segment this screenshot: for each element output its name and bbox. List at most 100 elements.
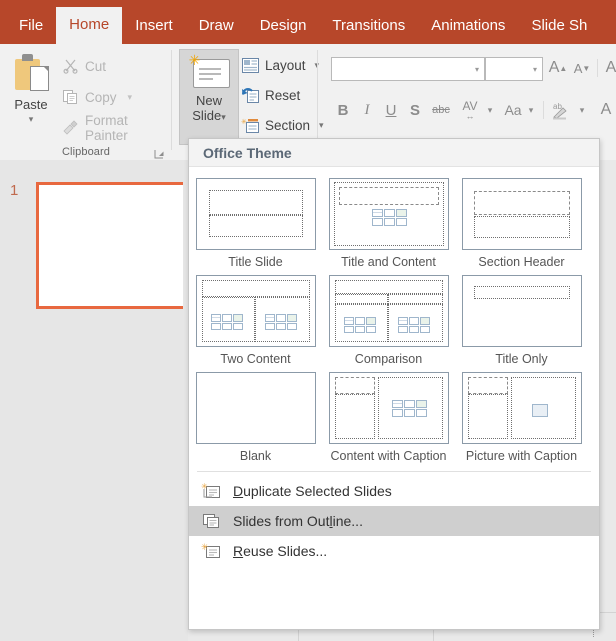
layout-gallery-row: Two Content Comparison Title Only	[189, 270, 599, 367]
layout-thumbnail	[195, 275, 316, 347]
ribbon-tab-file[interactable]: File	[6, 8, 56, 44]
format-painter-icon	[62, 120, 79, 136]
font-size-input[interactable]: ▾	[485, 57, 543, 81]
copy-dropdown-caret[interactable]: ▾	[128, 92, 133, 103]
layout-section-header[interactable]: Section Header	[455, 173, 588, 270]
duplicate-slides-icon: ✳	[201, 482, 221, 500]
format-painter-label: Format Painter	[85, 113, 128, 143]
new-slide-label-line1: New	[195, 93, 222, 108]
content-placeholder-icons	[264, 314, 298, 330]
slide-thumbnail-pane[interactable]: 1	[0, 160, 196, 641]
layout-label: Layout	[265, 58, 306, 73]
layout-button[interactable]: Layout ▾	[241, 53, 319, 78]
italic-button[interactable]: I	[358, 99, 376, 121]
section-button[interactable]: ✳ Section ▾	[241, 113, 324, 138]
text-highlight-caret-icon[interactable]: ▾	[577, 103, 587, 117]
character-spacing-button[interactable]: AV ↔	[457, 99, 483, 121]
slide-number-label: 1	[10, 182, 19, 199]
layout-label: Blank	[239, 449, 272, 463]
layout-label: Comparison	[354, 352, 423, 366]
font-color-button[interactable]: A	[595, 99, 616, 121]
menu-item-reuse-slides[interactable]: ✳ Reuse Slides...	[189, 536, 599, 566]
change-case-caret-icon[interactable]: ▾	[526, 103, 536, 117]
layout-picture-with-caption[interactable]: Picture with Caption	[455, 367, 588, 464]
layout-thumbnail	[461, 372, 582, 444]
character-spacing-label: AV	[462, 98, 478, 113]
reset-button[interactable]: Reset	[241, 83, 300, 108]
paste-dropdown-caret[interactable]: ▾	[29, 115, 34, 124]
layout-title-only[interactable]: Title Only	[455, 270, 588, 367]
layout-two-content[interactable]: Two Content	[189, 270, 322, 367]
svg-text:✳: ✳	[201, 482, 208, 491]
text-highlight-button[interactable]: ab	[549, 99, 575, 121]
svg-text:✳: ✳	[241, 118, 247, 126]
layout-label: Picture with Caption	[465, 449, 578, 463]
character-spacing-caret-icon[interactable]: ▾	[485, 103, 495, 117]
new-slide-icon: ✳	[188, 53, 230, 90]
ribbon-tab-transitions[interactable]: Transitions	[319, 8, 418, 44]
ribbon-tab-slide-show[interactable]: Slide Sh	[518, 8, 600, 44]
decrease-font-size-label: A	[573, 60, 583, 76]
ribbon-tab-insert[interactable]: Insert	[122, 8, 186, 44]
layout-thumbnail	[328, 178, 449, 250]
reuse-slides-icon: ✳	[201, 542, 221, 560]
spacing-arrow-icon: ↔	[465, 110, 475, 121]
font-name-input[interactable]: ▾	[331, 57, 485, 81]
clipboard-dialog-launcher[interactable]	[154, 147, 165, 159]
section-label: Section	[265, 118, 311, 133]
reset-label: Reset	[265, 88, 301, 103]
layout-label: Title and Content	[341, 255, 436, 269]
menu-item-label: Slides from Outline...	[233, 513, 363, 529]
cut-button[interactable]: Cut	[62, 54, 106, 78]
text-shadow-button[interactable]: S	[406, 99, 424, 121]
new-slide-button[interactable]: ✳ New Slide▾	[179, 49, 239, 145]
layout-thumbnail	[328, 275, 449, 347]
layout-thumbnail	[461, 275, 582, 347]
increase-font-size-button[interactable]: A ▲	[547, 57, 569, 79]
menu-item-duplicate-selected-slides[interactable]: ✳ Duplicate Selected Slides	[189, 476, 599, 506]
paste-button[interactable]: Paste ▾	[6, 50, 56, 142]
copy-label: Copy	[85, 89, 117, 105]
layout-gallery: Title Slide Title and Content Section He…	[189, 167, 599, 474]
font-size-caret-icon[interactable]: ▾	[533, 66, 537, 74]
strikethrough-button[interactable]: abc	[429, 99, 453, 121]
bold-button[interactable]: B	[334, 99, 352, 121]
layout-label: Title Slide	[228, 255, 283, 269]
layout-gallery-row: Title Slide Title and Content Section He…	[189, 173, 599, 270]
decrease-font-size-button[interactable]: A ▼	[571, 57, 593, 79]
font-name-caret-icon[interactable]: ▾	[475, 66, 479, 74]
picture-placeholder-icon	[531, 404, 548, 417]
layout-title-slide[interactable]: Title Slide	[189, 173, 322, 270]
ribbon-group-clipboard: Paste ▾ Cut Copy ▾ Format Painter Clipbo…	[0, 44, 172, 160]
menu-item-slides-from-outline[interactable]: Slides from Outline...	[189, 506, 599, 536]
underline-button[interactable]: U	[382, 99, 400, 121]
content-placeholder-icons	[210, 314, 244, 330]
paste-icon	[14, 53, 49, 93]
new-slide-dropdown-caret[interactable]: ▾	[221, 112, 226, 122]
content-placeholder-icons	[371, 209, 408, 226]
cut-label: Cut	[85, 58, 107, 74]
powerpoint-window: File Home Insert Draw Design Transitions…	[0, 0, 616, 641]
gallery-separator	[197, 471, 591, 472]
layout-gallery-row: Blank Content with Caption Picture with …	[189, 367, 599, 464]
slide-thumbnail-1[interactable]	[36, 182, 196, 309]
svg-text:✳: ✳	[201, 542, 209, 552]
format-painter-button[interactable]: Format Painter	[62, 113, 172, 143]
ribbon-tab-design[interactable]: Design	[247, 8, 320, 44]
dropdown-header-office-theme: Office Theme	[189, 139, 599, 167]
scissors-icon	[62, 58, 79, 74]
ribbon-tab-home[interactable]: Home	[56, 7, 123, 44]
content-placeholder-icons	[391, 400, 428, 417]
menu-item-label: Reuse Slides...	[233, 543, 328, 559]
ribbon-tab-draw[interactable]: Draw	[186, 8, 247, 44]
layout-comparison[interactable]: Comparison	[322, 270, 455, 367]
ribbon-tab-animations[interactable]: Animations	[418, 8, 518, 44]
slides-from-outline-icon	[201, 512, 221, 530]
clear-formatting-button[interactable]: A	[603, 57, 616, 79]
change-case-button[interactable]: Aa	[501, 99, 525, 121]
layout-title-and-content[interactable]: Title and Content	[322, 173, 455, 270]
layout-blank[interactable]: Blank	[189, 367, 322, 464]
content-placeholder-icons	[397, 317, 431, 333]
copy-button[interactable]: Copy ▾	[62, 85, 132, 109]
layout-content-with-caption[interactable]: Content with Caption	[322, 367, 455, 464]
